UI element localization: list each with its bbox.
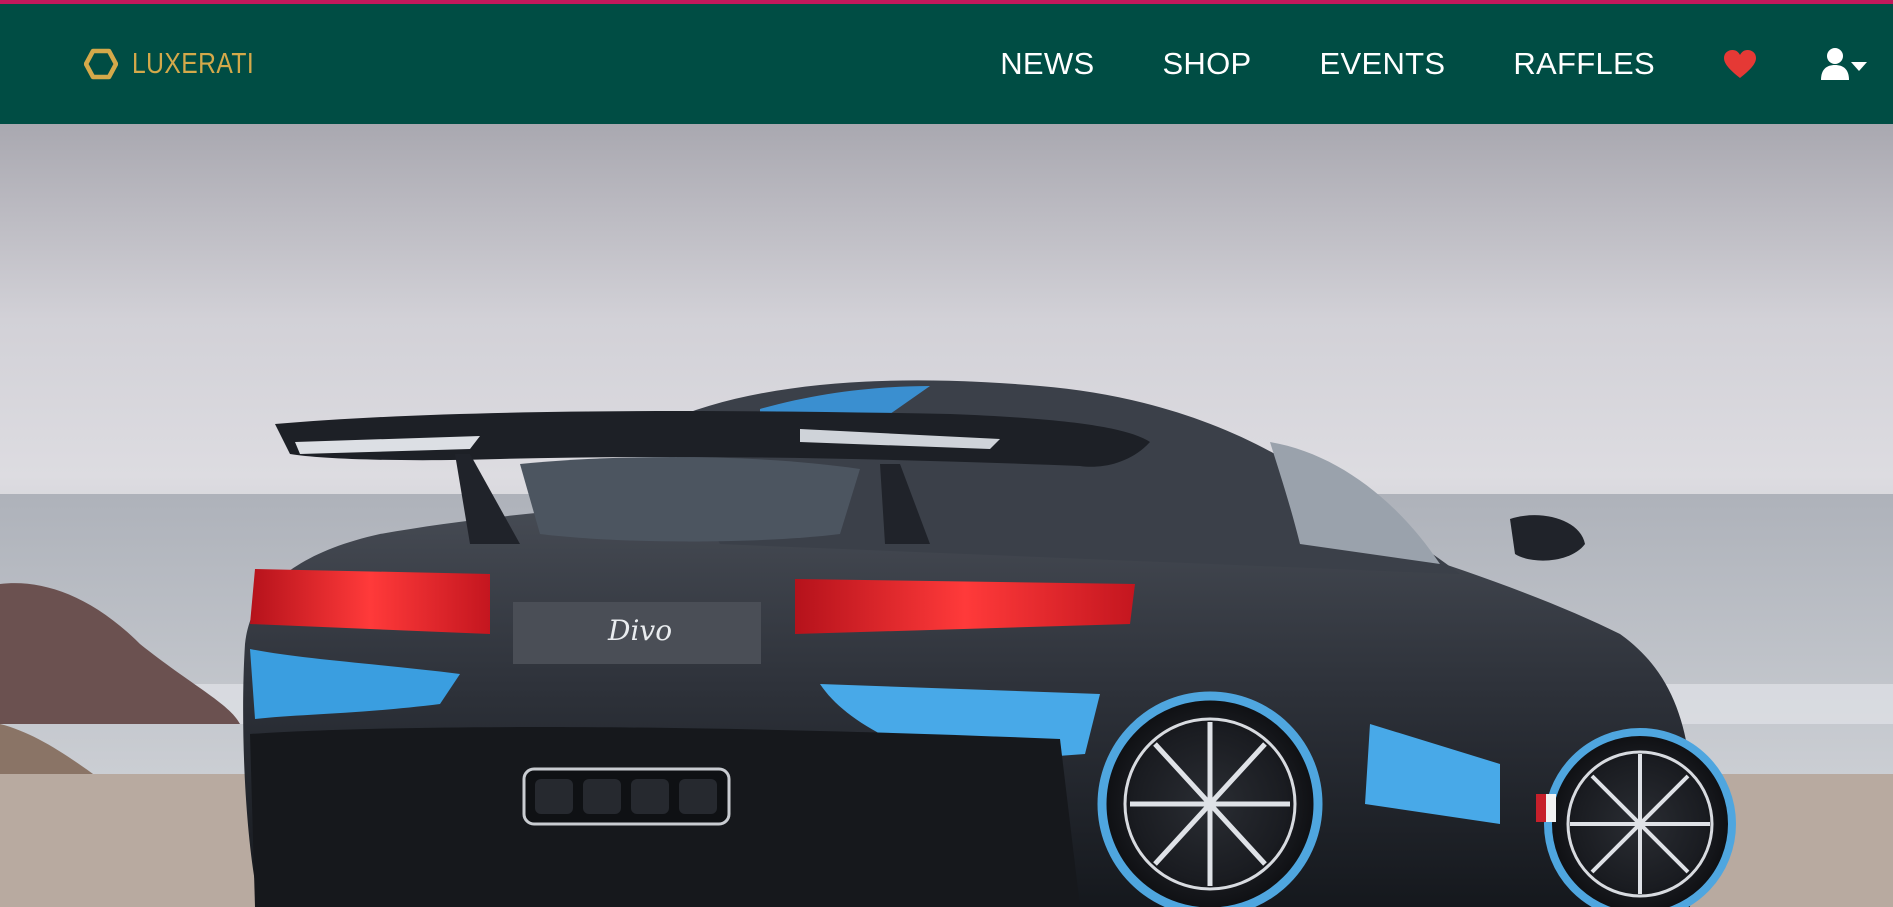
navbar: LUXERATI NEWS SHOP EVENTS RAFFLES xyxy=(0,4,1893,124)
hero-banner: Divo xyxy=(0,124,1893,907)
account-menu-button[interactable] xyxy=(1821,47,1869,81)
nav-link-shop[interactable]: SHOP xyxy=(1162,46,1251,82)
nav-link-raffles[interactable]: RAFFLES xyxy=(1513,46,1655,82)
car-badge-text: Divo xyxy=(607,614,672,647)
main-nav: NEWS SHOP EVENTS RAFFLES xyxy=(1000,46,1869,82)
nav-link-events[interactable]: EVENTS xyxy=(1320,46,1446,82)
brand-logo-link[interactable]: LUXERATI xyxy=(84,47,276,81)
user-dropdown-icon xyxy=(1821,48,1867,80)
favorites-button[interactable] xyxy=(1723,49,1757,79)
hero-car-image: Divo xyxy=(0,124,1893,907)
nav-link-news[interactable]: NEWS xyxy=(1000,46,1094,82)
heart-icon xyxy=(1724,50,1756,78)
hexagon-icon xyxy=(84,48,118,80)
brand-name: LUXERATI xyxy=(132,47,255,80)
